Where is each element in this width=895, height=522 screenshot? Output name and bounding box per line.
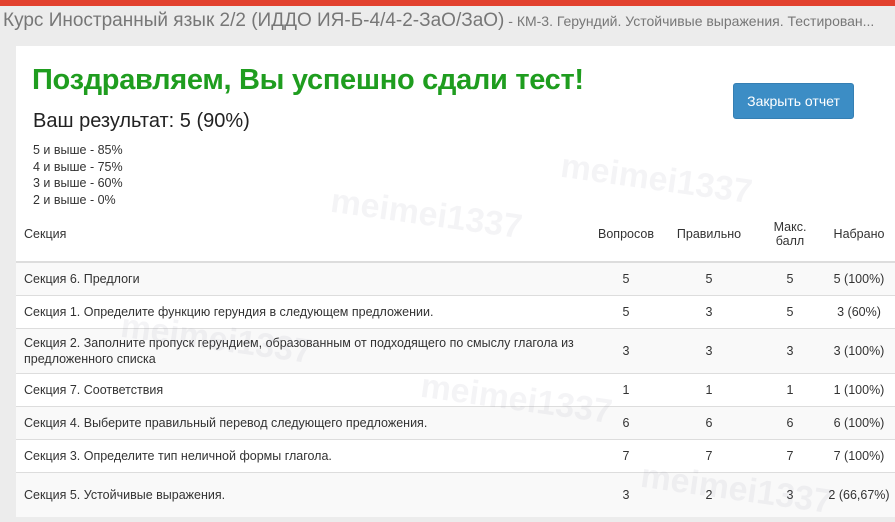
scored-value: 6 (100%) — [823, 406, 895, 440]
col-header-questions: Вопросов — [591, 206, 661, 263]
result-card: Поздравляем, Вы успешно сдали тест! Ваш … — [16, 46, 895, 517]
table-row: Секция 2. Заполните пропуск герундием, о… — [16, 328, 895, 374]
course-title: Курс Иностранный язык 2/2 (ИДДО ИЯ-Б-4/4… — [3, 10, 505, 31]
col-header-scored: Набрано — [823, 206, 895, 263]
questions-count: 3 — [591, 472, 661, 517]
scored-value: 7 (100%) — [823, 439, 895, 473]
success-title: Поздравляем, Вы успешно сдали тест! — [32, 64, 584, 96]
page-header: Курс Иностранный язык 2/2 (ИДДО ИЯ-Б-4/4… — [0, 6, 895, 38]
correct-count: 3 — [661, 328, 757, 374]
max-score: 5 — [757, 261, 823, 296]
grade-line: 4 и выше - 75% — [33, 159, 123, 174]
section-name: Секция 4. Выберите правильный перевод сл… — [16, 406, 591, 440]
scored-value: 3 (100%) — [823, 328, 895, 374]
correct-count: 5 — [661, 261, 757, 296]
col-header-correct: Правильно — [661, 206, 757, 263]
max-score: 3 — [757, 328, 823, 374]
scored-value: 1 (100%) — [823, 373, 895, 407]
section-name: Секция 1. Определите функцию герундия в … — [16, 295, 591, 329]
test-subtitle: - КМ-3. Герундий. Устойчивые выражения. … — [504, 13, 875, 29]
results-table: Секция Вопросов Правильно Макс. балл Набр… — [16, 206, 895, 517]
max-score: 7 — [757, 439, 823, 473]
table-row: Секция 1. Определите функцию герундия в … — [16, 295, 895, 329]
section-name: Секция 6. Предлоги — [16, 261, 591, 296]
grade-scale: 5 и выше - 85% 4 и выше - 75% 3 и выше -… — [33, 142, 123, 208]
correct-count: 7 — [661, 439, 757, 473]
table-row: Секция 4. Выберите правильный перевод сл… — [16, 406, 895, 440]
max-score: 3 — [757, 472, 823, 517]
questions-count: 1 — [591, 373, 661, 407]
grade-line: 5 и выше - 85% — [33, 143, 123, 157]
table-row: Секция 7. Соответствия 1 1 1 1 (100%) — [16, 373, 895, 407]
table-row: Секция 6. Предлоги 5 5 5 5 (100%) — [16, 261, 895, 296]
table-header-row: Секция Вопросов Правильно Макс. балл Набр… — [16, 206, 895, 263]
scored-value: 3 (60%) — [823, 295, 895, 329]
grade-line: 3 и выше - 60% — [33, 176, 123, 190]
questions-count: 3 — [591, 328, 661, 374]
table-row: Секция 3. Определите тип неличной формы … — [16, 439, 895, 473]
section-name: Секция 3. Определите тип неличной формы … — [16, 439, 591, 473]
correct-count: 1 — [661, 373, 757, 407]
section-name: Секция 2. Заполните пропуск герундием, о… — [16, 328, 591, 374]
questions-count: 5 — [591, 261, 661, 296]
questions-count: 6 — [591, 406, 661, 440]
scored-value: 2 (66,67%) — [823, 472, 895, 517]
questions-count: 5 — [591, 295, 661, 329]
questions-count: 7 — [591, 439, 661, 473]
max-score: 1 — [757, 373, 823, 407]
correct-count: 3 — [661, 295, 757, 329]
col-header-max-score: Макс. балл — [757, 206, 823, 263]
section-name: Секция 5. Устойчивые выражения. — [16, 472, 591, 517]
section-name: Секция 7. Соответствия — [16, 373, 591, 407]
table-row: Секция 5. Устойчивые выражения. 3 2 3 2 … — [16, 472, 895, 517]
col-header-section: Секция — [16, 206, 591, 263]
correct-count: 6 — [661, 406, 757, 440]
max-score: 5 — [757, 295, 823, 329]
correct-count: 2 — [661, 472, 757, 517]
scored-value: 5 (100%) — [823, 261, 895, 296]
max-score: 6 — [757, 406, 823, 440]
score-text: Ваш результат: 5 (90%) — [33, 110, 250, 132]
close-report-button[interactable]: Закрыть отчет — [733, 83, 854, 119]
